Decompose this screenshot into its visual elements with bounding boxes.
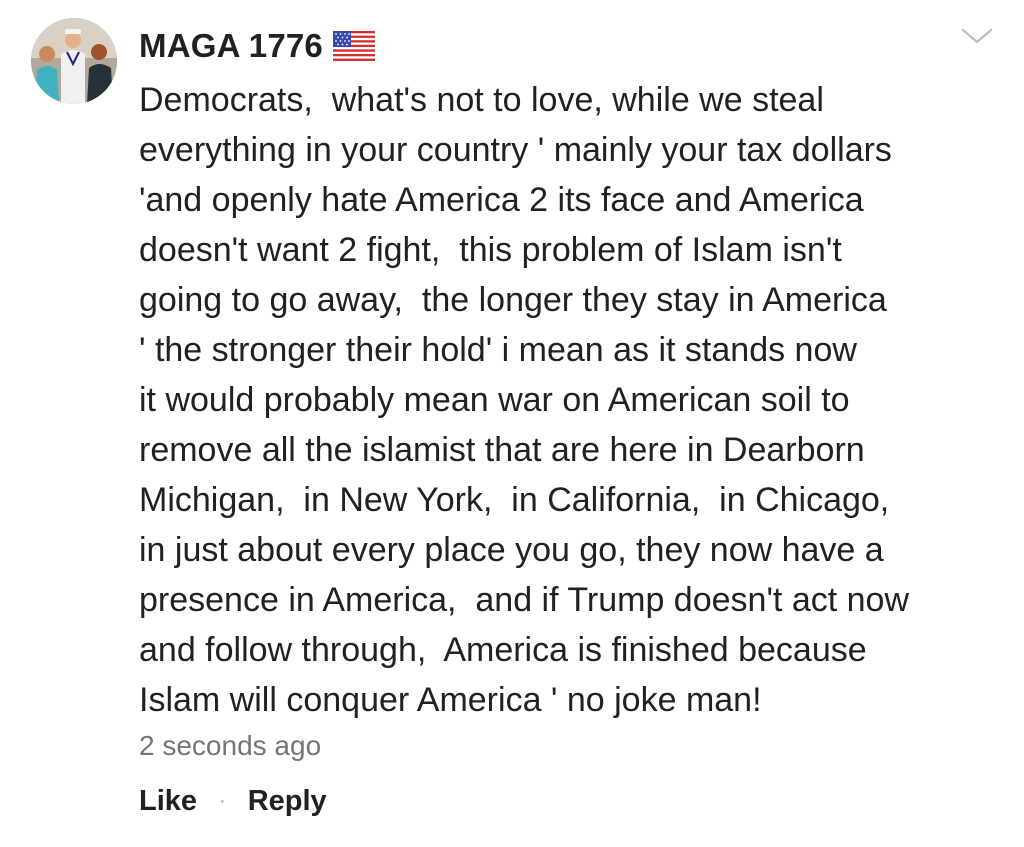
comment-text-line: remove all the islamist that are here in… (139, 431, 865, 469)
reply-button[interactable]: Reply (248, 785, 327, 818)
comment-text-line: everything in your country ' mainly your… (139, 131, 892, 169)
comment-text-line: Islam will conquer America ' no joke man… (139, 681, 762, 719)
author-name[interactable]: MAGA 1776 (139, 27, 323, 65)
comment-text-line: doesn't want 2 fight, this problem of Is… (139, 231, 842, 269)
author-row: MAGA 1776 (139, 24, 375, 68)
comment-text-line: going to go away, the longer they stay i… (139, 281, 887, 319)
chevron-down-icon[interactable] (960, 26, 994, 46)
comment-text-line: and follow through, America is finished … (139, 631, 867, 669)
like-button[interactable]: Like (139, 785, 197, 818)
timestamp: 2 seconds ago (139, 730, 322, 761)
avatar[interactable] (31, 18, 117, 104)
separator-dot: · (219, 790, 226, 812)
comment-text-line: Democrats, what's not to love, while we … (139, 81, 824, 119)
comment-text-line: ' the stronger their hold' i mean as it … (139, 331, 857, 369)
comment-text-line: 'and openly hate America 2 its face and … (139, 181, 864, 219)
comment-text-line: in just about every place you go, they n… (139, 531, 884, 569)
comment-text-line: Michigan, in New York, in California, in… (139, 481, 890, 519)
us-flag-icon (332, 31, 375, 61)
comment-text-line: it would probably mean war on American s… (139, 381, 850, 419)
avatar-photo-icon (31, 18, 117, 104)
comment-actions: Like · Reply (139, 785, 327, 818)
comment-card: MAGA 1776 Democrats, what's not to love,… (0, 0, 1024, 847)
comment-text-line: presence in America, and if Trump doesn'… (139, 581, 909, 619)
comment-text: Democrats, what's not to love, while we … (139, 75, 999, 725)
